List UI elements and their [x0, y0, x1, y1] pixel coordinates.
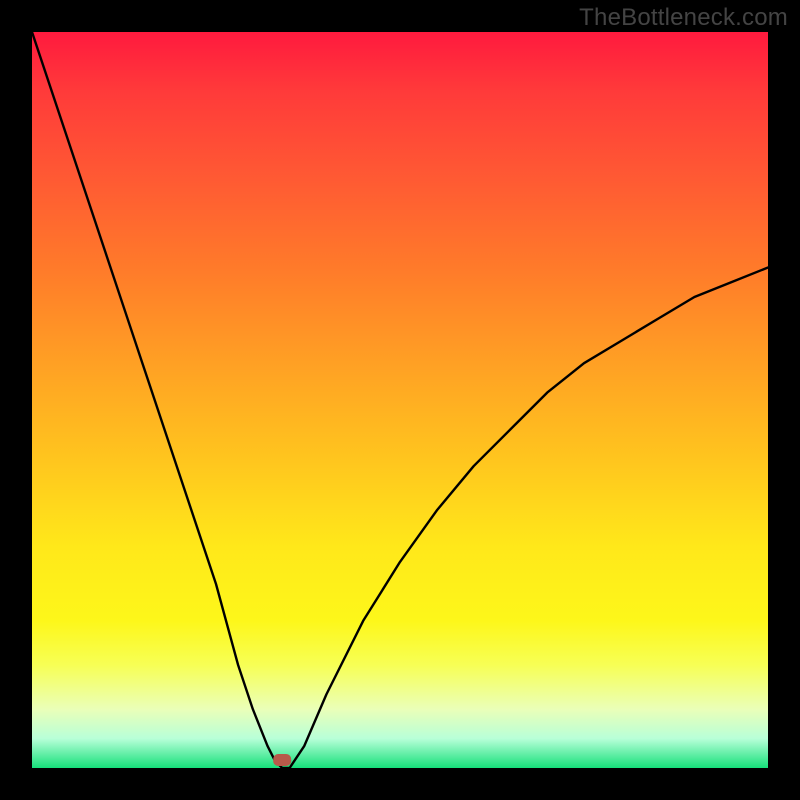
watermark-text: TheBottleneck.com — [579, 4, 788, 32]
minimum-marker — [273, 754, 291, 766]
plot-svg — [32, 32, 768, 768]
bottleneck-curve — [32, 32, 768, 768]
chart-frame: TheBottleneck.com — [0, 0, 800, 800]
plot-area — [32, 32, 768, 768]
